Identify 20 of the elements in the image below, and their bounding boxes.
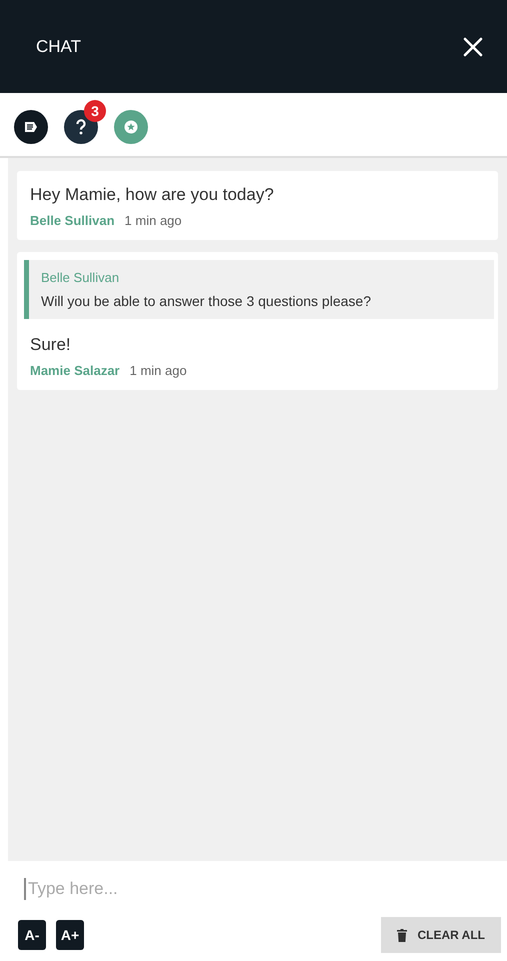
trash-icon <box>397 928 408 942</box>
author-name: Mamie Salazar <box>30 363 120 378</box>
quote-text: Will you be able to answer those 3 questions please? <box>41 293 372 309</box>
message-text: Hey Mamie, how are you today? <box>30 185 275 205</box>
close-button[interactable] <box>463 36 483 56</box>
message-time: 1 min ago <box>130 363 187 378</box>
question-icon <box>75 118 87 134</box>
decrease-font-button[interactable]: A- <box>18 920 46 950</box>
increase-font-button[interactable]: A+ <box>56 920 84 950</box>
author-name: Belle Sullivan <box>30 213 115 228</box>
quote-author: Belle Sullivan <box>41 270 120 285</box>
chat-title: CHAT <box>36 36 82 56</box>
close-icon <box>463 36 483 56</box>
favorites-button[interactable] <box>114 110 148 144</box>
message-text: Sure! <box>30 335 72 355</box>
notes-button[interactable] <box>14 110 48 144</box>
count-badge: 3 <box>84 100 106 122</box>
message-time: 1 min ago <box>124 213 182 228</box>
note-icon <box>24 120 38 132</box>
clear-all-button[interactable]: CLEAR ALL <box>381 917 501 953</box>
